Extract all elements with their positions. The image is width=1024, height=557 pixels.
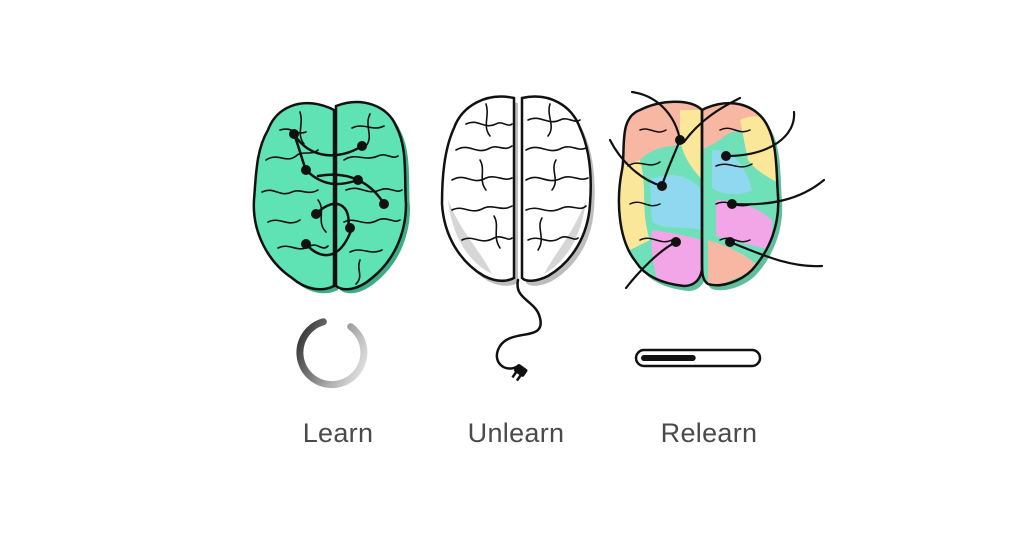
unlearn-label: Unlearn — [467, 418, 565, 448]
progress-bar — [634, 348, 762, 368]
progress-bar-fill — [641, 355, 696, 361]
relearn-brain-icon — [608, 90, 826, 291]
learn-label: Learn — [302, 418, 374, 448]
relearn-label: Relearn — [660, 418, 758, 448]
unlearn-brain-icon — [440, 95, 595, 286]
illustration-canvas — [0, 0, 1024, 552]
unplugged-cord-icon — [495, 278, 542, 382]
learn-brain-icon — [252, 100, 410, 294]
loading-spinner-icon — [296, 318, 368, 389]
